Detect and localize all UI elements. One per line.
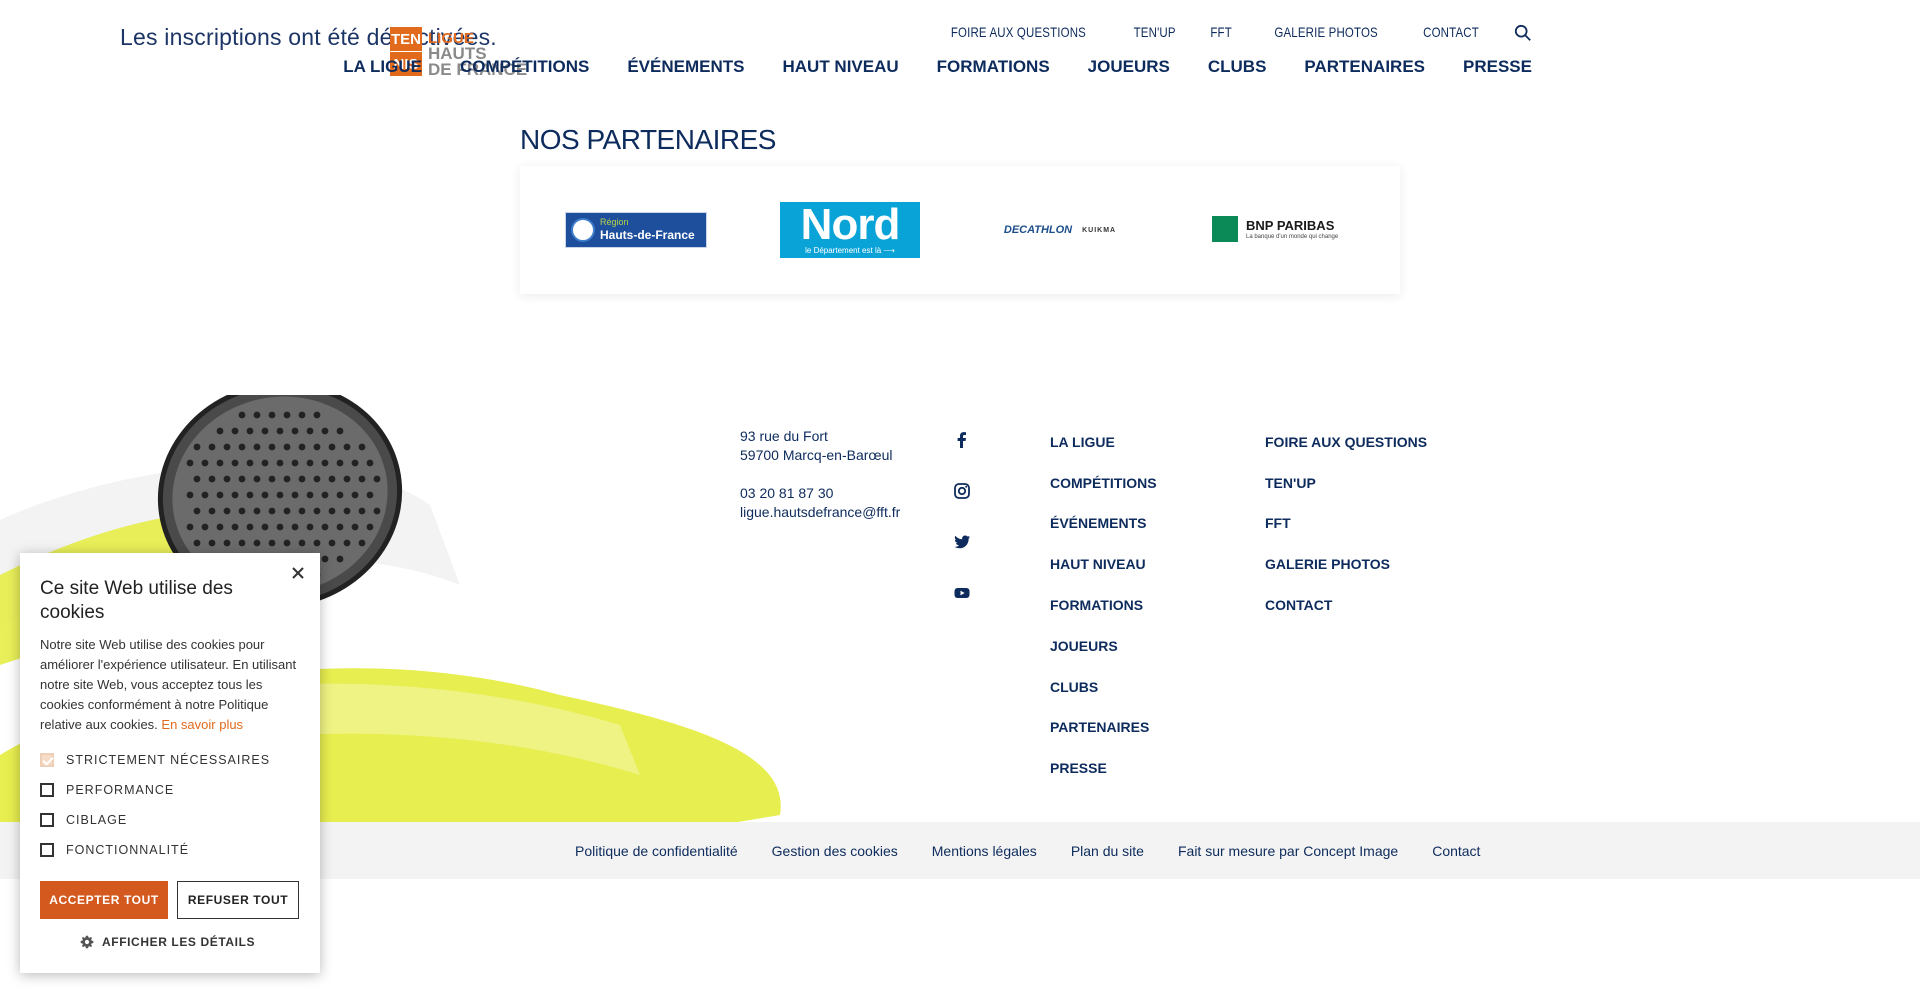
nav-presse[interactable]: PRESSE <box>1463 57 1532 77</box>
nav-clubs[interactable]: CLUBS <box>1208 57 1267 77</box>
partners-title: NOS PARTENAIRES <box>520 124 776 155</box>
bnp-logo-tagline: La banque d'un monde qui change <box>1246 234 1339 240</box>
bnp-star-icon <box>1212 216 1238 242</box>
footer-link-competitions[interactable]: COMPÉTITIONS <box>1050 475 1157 491</box>
show-details-label: AFFICHER LES DÉTAILS <box>102 935 256 949</box>
instagram-icon[interactable] <box>952 481 972 501</box>
cookie-option-targeting[interactable]: CIBLAGE <box>40 813 127 827</box>
footer-link-haut-niveau[interactable]: HAUT NIVEAU <box>1050 556 1146 572</box>
checkbox-targeting[interactable] <box>40 813 54 827</box>
top-link-tenup[interactable]: TEN'UP <box>1134 24 1176 40</box>
option-label-performance: PERFORMANCE <box>66 783 175 797</box>
option-label-functionality: FONCTIONNALITÉ <box>66 843 190 857</box>
nav-la-ligue[interactable]: LA LIGUE <box>343 57 422 77</box>
footer-link-fft[interactable]: FFT <box>1265 515 1291 531</box>
footer-link-evenements[interactable]: ÉVÉNEMENTS <box>1050 515 1146 531</box>
email-link[interactable]: ligue.hautsdefrance@fft.fr <box>740 503 900 522</box>
footer-link-formations[interactable]: FORMATIONS <box>1050 597 1143 613</box>
footer-link-galerie[interactable]: GALERIE PHOTOS <box>1265 556 1390 572</box>
footer-link-la-ligue[interactable]: LA LIGUE <box>1050 434 1115 450</box>
footer-link-clubs[interactable]: CLUBS <box>1050 679 1098 695</box>
cookie-option-performance[interactable]: PERFORMANCE <box>40 783 174 797</box>
nav-evenements[interactable]: ÉVÉNEMENTS <box>627 57 744 77</box>
link-legal-notice[interactable]: Mentions légales <box>932 843 1037 859</box>
gear-icon <box>80 935 94 949</box>
link-contact[interactable]: Contact <box>1432 843 1480 859</box>
nav-haut-niveau[interactable]: HAUT NIVEAU <box>782 57 898 77</box>
bnp-logo-text: BNP PARIBAS <box>1246 218 1335 233</box>
cookie-option-functionality[interactable]: FONCTIONNALITÉ <box>40 843 189 857</box>
nav-formations[interactable]: FORMATIONS <box>937 57 1050 77</box>
logo-tile-ten: TEN <box>390 27 422 51</box>
nord-logo-title: Nord <box>800 200 901 249</box>
cookie-option-necessary: STRICTEMENT NÉCESSAIRES <box>40 753 270 767</box>
partner-logo-decathlon[interactable]: DECATHLON KUIKMA <box>1000 220 1120 240</box>
partner-logo-bnp[interactable]: BNP PARIBAS La banque d'un monde qui cha… <box>1212 216 1352 244</box>
footer-link-joueurs[interactable]: JOUEURS <box>1050 638 1118 654</box>
top-link-fft[interactable]: FFT <box>1211 24 1233 40</box>
address-line-2: 59700 Marcq-en-Barœul <box>740 447 893 463</box>
region-logo-line1: Région <box>600 217 629 227</box>
link-agency-credit[interactable]: Fait sur mesure par Concept Image <box>1178 843 1398 859</box>
show-details-button[interactable]: AFFICHER LES DÉTAILS <box>80 935 255 949</box>
partner-logo-nord[interactable]: Nord le Département est là ⟶ <box>780 202 920 258</box>
footer-link-faq[interactable]: FOIRE AUX QUESTIONS <box>1265 434 1427 450</box>
footer-link-presse[interactable]: PRESSE <box>1050 760 1107 776</box>
facebook-icon[interactable] <box>952 430 972 450</box>
link-privacy-policy[interactable]: Politique de confidentialité <box>575 843 738 859</box>
close-icon[interactable] <box>290 565 306 581</box>
footer-link-tenup[interactable]: TEN'UP <box>1265 475 1316 491</box>
partners-carousel: Région Hauts-de-France Nord le Départeme… <box>520 166 1400 294</box>
footer-link-partenaires[interactable]: PARTENAIRES <box>1050 719 1149 735</box>
nav-joueurs[interactable]: JOUEURS <box>1088 57 1170 77</box>
youtube-icon[interactable] <box>952 583 972 603</box>
region-emblem-icon <box>571 218 595 242</box>
link-cookie-management[interactable]: Gestion des cookies <box>772 843 898 859</box>
option-label-targeting: CIBLAGE <box>66 813 128 827</box>
region-logo-line2: Hauts-de-France <box>600 228 695 242</box>
cookie-title: Ce site Web utilise des cookies <box>40 578 233 623</box>
search-icon[interactable] <box>1514 24 1532 42</box>
cookie-consent-dialog: Ce site Web utilise des cookies Notre si… <box>20 553 320 973</box>
partner-logo-region[interactable]: Région Hauts-de-France <box>565 212 707 248</box>
nav-competitions[interactable]: COMPÉTITIONS <box>460 57 589 77</box>
accept-all-button[interactable]: ACCEPTER TOUT <box>40 881 168 919</box>
footer-link-contact[interactable]: CONTACT <box>1265 597 1332 613</box>
nord-logo-tagline: le Département est là ⟶ <box>805 246 895 255</box>
main-navigation: LA LIGUE COMPÉTITIONS ÉVÉNEMENTS HAUT NI… <box>343 57 1532 77</box>
option-label-necessary: STRICTEMENT NÉCESSAIRES <box>66 753 271 767</box>
top-navigation: FOIRE AUX QUESTIONS TEN'UP FFT GALERIE P… <box>936 24 1485 40</box>
phone-link[interactable]: 03 20 81 87 30 <box>740 484 900 503</box>
top-link-faq[interactable]: FOIRE AUX QUESTIONS <box>951 24 1086 40</box>
top-link-contact[interactable]: CONTACT <box>1423 24 1479 40</box>
refuse-all-button[interactable]: REFUSER TOUT <box>177 881 299 919</box>
kuikma-logo-text: KUIKMA <box>1082 226 1117 234</box>
checkbox-necessary <box>40 753 54 767</box>
cookie-learn-more-link[interactable]: En savoir plus <box>161 717 243 732</box>
cookie-description: Notre site Web utilise des cookies pour … <box>40 635 302 735</box>
nav-partenaires[interactable]: PARTENAIRES <box>1304 57 1425 77</box>
decathlon-logo-text: DECATHLON <box>1003 224 1073 236</box>
footer-contact: 93 rue du Fort 59700 Marcq-en-Barœul 03 … <box>740 427 900 522</box>
checkbox-performance[interactable] <box>40 783 54 797</box>
top-link-galerie[interactable]: GALERIE PHOTOS <box>1274 24 1378 40</box>
checkbox-functionality[interactable] <box>40 843 54 857</box>
address-line-1: 93 rue du Fort <box>740 428 828 444</box>
link-sitemap[interactable]: Plan du site <box>1071 843 1144 859</box>
twitter-icon[interactable] <box>952 532 972 552</box>
